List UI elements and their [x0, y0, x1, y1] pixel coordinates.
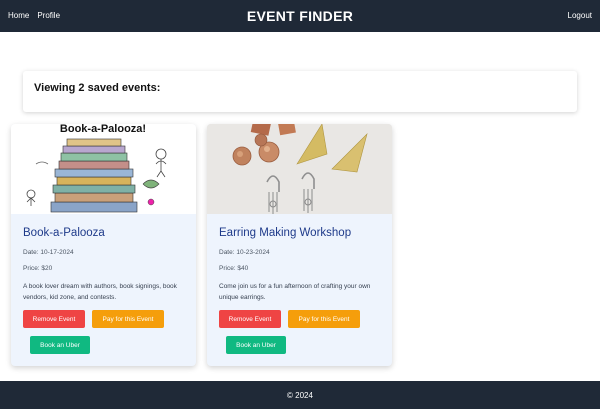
event-date: Date: 10-23-2024 [219, 249, 270, 256]
event-title: Earring Making Workshop [219, 227, 352, 239]
logout-link[interactable]: Logout [568, 11, 592, 20]
event-description: Come join us for a fun afternoon of craf… [219, 283, 371, 301]
book-uber-button[interactable]: Book an Uber [226, 336, 286, 354]
event-card: Book-a-Palooza! Book-a-Palooza Date: 10-… [11, 124, 196, 366]
remove-event-button[interactable]: Remove Event [219, 310, 281, 328]
event-image [207, 124, 392, 214]
event-date: Date: 10-17-2024 [23, 249, 74, 256]
book-stack-illustration: Book-a-Palooza! [26, 124, 167, 213]
saved-events-count-text: Viewing 2 saved events: [34, 82, 161, 94]
earrings-photo [207, 124, 392, 214]
remove-event-button[interactable]: Remove Event [23, 310, 85, 328]
copyright-text: © 2024 [287, 391, 313, 400]
event-title: Book-a-Palooza [23, 227, 105, 239]
event-price: Price: $40 [219, 265, 249, 272]
saved-events-summary: Viewing 2 saved events: [23, 71, 577, 112]
event-image-text: Book-a-Palooza! [60, 124, 146, 135]
event-description: A book lover dream with authors, book si… [23, 283, 177, 301]
page-footer: © 2024 [0, 381, 600, 409]
app-title: EVENT FINDER [246, 8, 354, 24]
book-uber-button[interactable]: Book an Uber [30, 336, 90, 354]
top-navbar: Home Profile EVENT FINDER Logout [0, 0, 600, 32]
event-price: Price: $20 [23, 265, 53, 272]
event-image: Book-a-Palooza! [11, 124, 196, 214]
pay-for-event-button[interactable]: Pay for this Event [288, 310, 360, 328]
pay-for-event-button[interactable]: Pay for this Event [92, 310, 164, 328]
event-card: Earring Making Workshop Date: 10-23-2024… [207, 124, 392, 366]
